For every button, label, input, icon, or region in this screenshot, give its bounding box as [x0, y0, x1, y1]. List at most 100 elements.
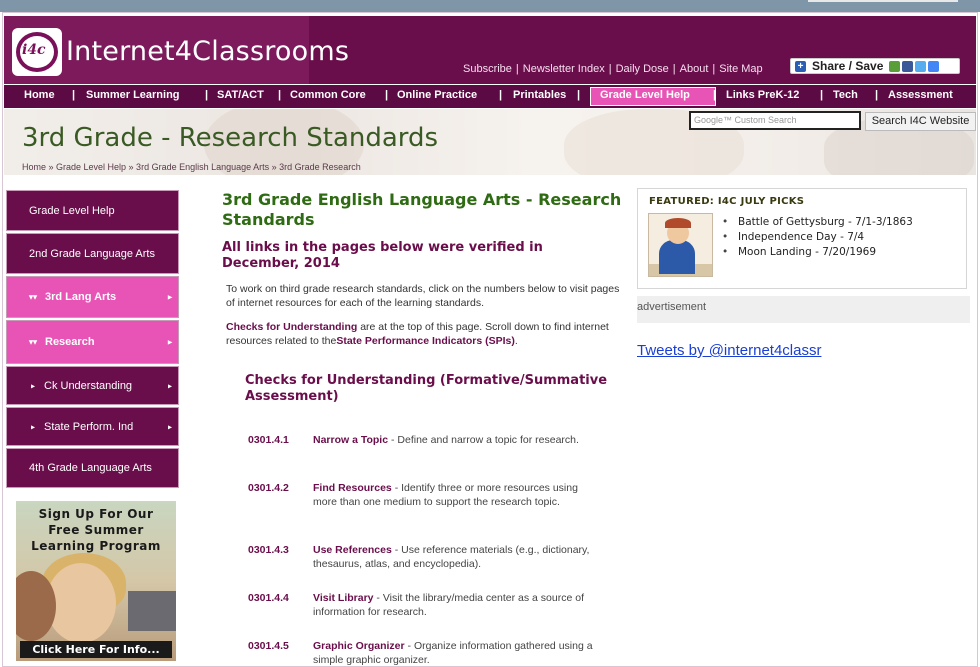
- standard-code-link[interactable]: 0301.4.3: [248, 543, 289, 557]
- chevron-right-icon: ▸: [167, 381, 172, 390]
- nav-item-sat-act[interactable]: SAT/ACT: [217, 89, 264, 101]
- sidebar-item-label: Ck Understanding: [44, 379, 133, 392]
- nav-separator: |: [205, 89, 209, 101]
- sidebar-item-label: Research: [45, 336, 95, 348]
- standard-description: Find Resources - Identify three or more …: [313, 481, 603, 509]
- nav-item-assessment[interactable]: Assessment: [888, 89, 953, 101]
- share-plus-icon: +: [795, 60, 806, 72]
- standard-name-link[interactable]: Graphic Organizer: [313, 640, 405, 652]
- featured-item[interactable]: Independence Day - 7/4: [722, 230, 913, 245]
- share-save-button[interactable]: + Share / Save: [790, 58, 960, 74]
- chevron-right-icon: ▸: [167, 337, 172, 347]
- email-share-icon: [889, 60, 901, 72]
- verified-note: All links in the pages below were verifi…: [222, 240, 543, 271]
- nav-item-online-practice[interactable]: Online Practice: [397, 89, 477, 101]
- top-link[interactable]: Site Map: [719, 63, 762, 75]
- standard-name-link[interactable]: Use References: [313, 544, 392, 556]
- sidebar-item-state-perform-ind[interactable]: ▸ State Perform. Ind ▸: [6, 407, 179, 446]
- nav-item-tech[interactable]: Tech: [833, 89, 858, 101]
- checks-note: Checks for Understanding are at the top …: [226, 320, 621, 348]
- top-link[interactable]: About: [680, 63, 709, 75]
- featured-item[interactable]: Moon Landing - 7/20/1969: [722, 245, 913, 260]
- standard-name-link[interactable]: Visit Library: [313, 592, 374, 604]
- nav-separator: |: [577, 89, 581, 101]
- twitter-share-icon: [915, 60, 927, 72]
- checks-link[interactable]: Checks for Understanding: [226, 321, 357, 333]
- picture-shape: [665, 218, 691, 228]
- nav-separator: |: [278, 89, 282, 101]
- expanded-icon: ▾▾: [29, 292, 38, 302]
- nav-item-grade-level-help[interactable]: Grade Level Help: [600, 89, 690, 101]
- content-title: 3rd Grade English Language Arts - Resear…: [222, 190, 622, 229]
- standard-code-link[interactable]: 0301.4.2: [248, 481, 289, 495]
- standard-description: Visit Library - Visit the library/media …: [313, 591, 603, 619]
- standard-name-link[interactable]: Find Resources: [313, 482, 392, 494]
- nav-item-common-core[interactable]: Common Core: [290, 89, 366, 101]
- sidebar-item-label: 3rd Lang Arts: [45, 291, 117, 303]
- top-search-stub[interactable]: [808, 0, 958, 2]
- top-link-separator: |: [672, 63, 676, 75]
- breadcrumb[interactable]: Home » Grade Level Help » 3rd Grade Engl…: [22, 162, 361, 172]
- top-link[interactable]: Newsletter Index: [523, 63, 605, 75]
- page-title: 3rd Grade - Research Standards: [22, 123, 439, 153]
- search-button[interactable]: Search I4C Website: [865, 112, 976, 131]
- standard-code-link[interactable]: 0301.4.4: [248, 591, 289, 605]
- nav-separator: |: [385, 89, 389, 101]
- top-links: Subscribe | Newsletter Index | Daily Dose | Ab…: [463, 63, 763, 75]
- section-title: Checks for Understanding (Formative/Summ…: [245, 373, 608, 404]
- site-logo-text[interactable]: Internet4Classrooms: [66, 36, 349, 67]
- picture-shape: [659, 240, 695, 274]
- sidebar-item-3rd-lang-arts[interactable]: ▾▾ 3rd Lang Arts ▸: [6, 276, 179, 318]
- facebook-share-icon: [902, 60, 914, 72]
- sidebar-item-label: 2nd Grade Language Arts: [29, 247, 155, 260]
- sidebar-item-ck-understanding[interactable]: ▸ Ck Understanding ▸: [6, 366, 179, 405]
- promo-photo-shape: [128, 591, 176, 631]
- nav-item-summer-learning[interactable]: Summer Learning: [86, 89, 180, 101]
- featured-picture[interactable]: [648, 213, 713, 277]
- expanded-icon: ▾▾: [29, 337, 38, 347]
- sidebar-item-label: Grade Level Help: [29, 204, 115, 217]
- checks-note-end: .: [514, 335, 518, 347]
- advertisement-label: advertisement: [637, 296, 970, 323]
- standard-description: Graphic Organizer - Organize information…: [313, 639, 603, 667]
- top-link[interactable]: Daily Dose: [616, 63, 669, 75]
- spi-link[interactable]: State Performance Indicators (SPIs): [336, 335, 515, 347]
- promo-cta[interactable]: Click Here For Info...: [20, 641, 172, 658]
- top-strip: [0, 0, 980, 12]
- search-input[interactable]: Google™ Custom Search: [689, 111, 861, 130]
- sidebar-item-research[interactable]: ▾▾ Research ▸: [6, 320, 179, 364]
- featured-item[interactable]: Battle of Gettysburg - 7/1-3/1863: [722, 215, 913, 230]
- sidebar-item-grade-level-help[interactable]: Grade Level Help: [6, 190, 179, 231]
- top-link-separator: |: [712, 63, 716, 75]
- nav-item-links-prek-12[interactable]: Links PreK-12: [726, 89, 799, 101]
- chevron-right-icon: ▸: [167, 422, 172, 431]
- more-share-icon: [928, 60, 940, 72]
- nav-item-home[interactable]: Home: [24, 89, 55, 101]
- standard-description: Narrow a Topic - Define and narrow a top…: [313, 433, 603, 447]
- nav-separator: |: [72, 89, 76, 101]
- top-link[interactable]: Subscribe: [463, 63, 512, 75]
- nav-separator: |: [499, 89, 503, 101]
- sidebar-item-2nd-grade-language-arts[interactable]: 2nd Grade Language Arts: [6, 233, 179, 274]
- featured-box: FEATURED: I4C JULY PICKS Battle of Getty…: [637, 188, 967, 289]
- nav-separator: |: [713, 89, 717, 101]
- standard-name-link[interactable]: Narrow a Topic: [313, 434, 388, 446]
- nav-item-printables[interactable]: Printables: [513, 89, 566, 101]
- promo-line: Free Summer: [48, 523, 144, 537]
- top-link-separator: |: [608, 63, 612, 75]
- promo-line: Sign Up For Our: [38, 507, 154, 521]
- bullet-icon: ▸: [31, 422, 36, 431]
- nav-separator: |: [820, 89, 824, 101]
- sidebar-item-label: State Perform. Ind: [44, 420, 134, 433]
- share-label: Share / Save: [812, 59, 884, 73]
- promo-line: Learning Program: [31, 539, 161, 553]
- logo-icon[interactable]: i4c: [12, 28, 62, 76]
- standard-code-link[interactable]: 0301.4.1: [248, 433, 289, 447]
- intro-text: To work on third grade research standard…: [226, 283, 620, 309]
- sidebar-item-4th-grade-language-arts[interactable]: 4th Grade Language Arts: [6, 448, 179, 488]
- standard-code-link[interactable]: 0301.4.5: [248, 639, 289, 653]
- top-link-separator: |: [515, 63, 519, 75]
- tweets-link[interactable]: Tweets by @internet4classr: [637, 342, 821, 359]
- standard-description: Use References - Use reference materials…: [313, 543, 603, 571]
- summer-learning-promo[interactable]: Sign Up For Our Free Summer Learning Pro…: [16, 501, 176, 661]
